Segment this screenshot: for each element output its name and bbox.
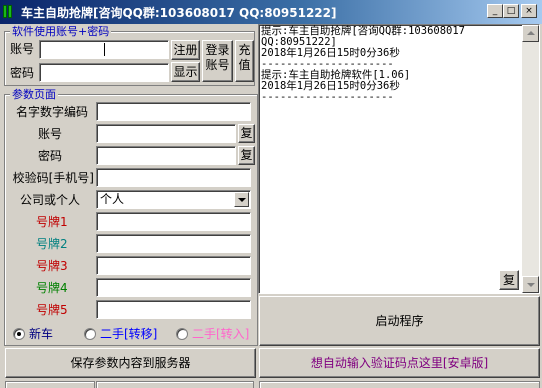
param-password-label: 密码 bbox=[38, 149, 63, 163]
plate-input-4[interactable] bbox=[96, 278, 251, 297]
name-code-input[interactable] bbox=[96, 102, 251, 121]
chevron-down-icon[interactable] bbox=[234, 192, 249, 207]
show-password-button[interactable]: 显示 bbox=[171, 62, 200, 82]
login-button-label-2: 账号 bbox=[205, 58, 230, 72]
auto-captcha-button[interactable]: 想自动输入验证码点这里[安卓版] bbox=[259, 348, 540, 378]
company-select-value: 个人 bbox=[100, 192, 125, 206]
verify-code-label: 校验码[手机号] bbox=[12, 171, 94, 185]
radio-used-transfer[interactable] bbox=[84, 328, 96, 340]
close-button[interactable]: × bbox=[521, 4, 537, 18]
scroll-up-icon[interactable] bbox=[522, 25, 539, 42]
text-cursor bbox=[104, 43, 105, 56]
maximize-button[interactable]: □ bbox=[503, 4, 519, 18]
plate-input-2[interactable] bbox=[96, 234, 251, 253]
account-group-legend: 软件使用账号+密码 bbox=[10, 25, 112, 38]
login-button-label-1: 登录 bbox=[205, 43, 230, 57]
plate-input-3[interactable] bbox=[96, 256, 251, 275]
copy-log-button[interactable]: 复 bbox=[499, 270, 519, 290]
plate-label-1: 号牌1 bbox=[36, 215, 68, 229]
log-text: 提示:车主自助抢牌[咨询QQ群:103608017 QQ:80951222] 2… bbox=[261, 25, 466, 103]
radio-used-transfer-label: 二手[转移] bbox=[100, 327, 158, 341]
bottom-status-field bbox=[259, 381, 540, 388]
save-params-button[interactable]: 保存参数内容到服务器 bbox=[5, 348, 256, 378]
account-label: 账号 bbox=[10, 42, 35, 56]
param-account-input[interactable] bbox=[96, 124, 236, 143]
radio-new-car-label: 新车 bbox=[29, 327, 54, 341]
login-button[interactable]: 登录 账号 bbox=[202, 40, 233, 82]
param-password-input[interactable] bbox=[96, 146, 236, 165]
bottom-field-left bbox=[5, 381, 95, 388]
plate-label-4: 号牌4 bbox=[36, 281, 68, 295]
log-output[interactable]: 提示:车主自助抢牌[咨询QQ群:103608017 QQ:80951222] 2… bbox=[258, 24, 540, 294]
window-title: 车主自助抢牌[咨询QQ群:103608017 QQ:80951222] bbox=[21, 6, 337, 20]
param-account-label: 账号 bbox=[38, 127, 63, 141]
recharge-button-label-2: 值 bbox=[238, 58, 251, 72]
copy-password-button[interactable]: 复 bbox=[238, 146, 255, 165]
company-select[interactable]: 个人 bbox=[96, 190, 251, 209]
plate-label-5: 号牌5 bbox=[36, 303, 68, 317]
app-icon bbox=[3, 5, 17, 18]
name-code-label: 名字数字编码 bbox=[15, 105, 88, 119]
params-group-legend: 参数页面 bbox=[10, 88, 58, 101]
start-program-button[interactable]: 启动程序 bbox=[259, 296, 540, 346]
minimize-button[interactable]: _ bbox=[487, 4, 503, 18]
scroll-down-icon[interactable] bbox=[522, 276, 539, 293]
plate-label-2: 号牌2 bbox=[36, 237, 68, 251]
title-bar: 车主自助抢牌[咨询QQ群:103608017 QQ:80951222] _ □ … bbox=[0, 0, 542, 24]
recharge-button[interactable]: 充 值 bbox=[235, 40, 254, 82]
radio-new-car[interactable] bbox=[13, 328, 25, 340]
radio-used-transfer-in-label: 二手[转入] bbox=[192, 327, 250, 341]
log-scrollbar[interactable] bbox=[522, 25, 539, 293]
register-button[interactable]: 注册 bbox=[171, 40, 200, 60]
recharge-button-label-1: 充 bbox=[238, 43, 251, 57]
bottom-field-right bbox=[96, 381, 254, 388]
password-label: 密码 bbox=[10, 66, 35, 80]
verify-code-input[interactable] bbox=[96, 168, 251, 187]
radio-used-transfer-in[interactable] bbox=[176, 328, 188, 340]
company-label: 公司或个人 bbox=[20, 193, 81, 207]
password-input[interactable] bbox=[39, 63, 169, 82]
plate-input-5[interactable] bbox=[96, 300, 251, 319]
plate-label-3: 号牌3 bbox=[36, 259, 68, 273]
plate-input-1[interactable] bbox=[96, 212, 251, 231]
copy-account-button[interactable]: 复 bbox=[238, 124, 255, 143]
